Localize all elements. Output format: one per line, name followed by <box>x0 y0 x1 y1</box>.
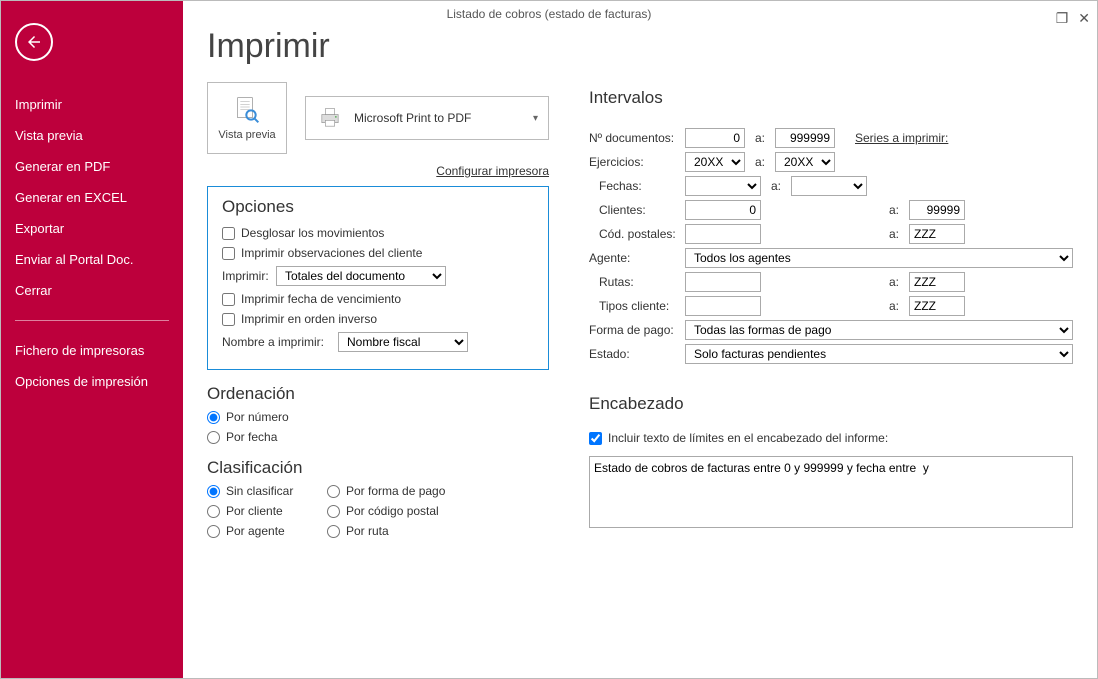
lbl-por-forma-pago: Por forma de pago <box>346 484 445 498</box>
tipos-to[interactable] <box>909 296 965 316</box>
lbl-observaciones: Imprimir observaciones del cliente <box>241 246 422 260</box>
codpost-to[interactable] <box>909 224 965 244</box>
printer-selector[interactable]: Microsoft Print to PDF ▾ <box>305 96 549 140</box>
lbl-por-numero: Por número <box>226 410 289 424</box>
sidebar-item-opciones-impresion[interactable]: Opciones de impresión <box>1 366 183 397</box>
lbl-imprimir-sel: Imprimir: <box>222 269 270 283</box>
ndoc-to[interactable] <box>775 128 835 148</box>
sidebar-item-fichero-impresoras[interactable]: Fichero de impresoras <box>1 335 183 366</box>
lbl-rutas: Rutas: <box>599 275 677 289</box>
fechas-from[interactable] <box>685 176 761 196</box>
radio-por-ruta[interactable] <box>327 525 340 538</box>
lbl-orden-inverso: Imprimir en orden inverso <box>241 312 377 326</box>
lbl-a3: a: <box>769 179 783 193</box>
encabezado-text[interactable]: Estado de cobros de facturas entre 0 y 9… <box>589 456 1073 528</box>
clientes-to[interactable] <box>909 200 965 220</box>
codpost-from[interactable] <box>685 224 761 244</box>
sel-estado[interactable]: Solo facturas pendientes <box>685 344 1073 364</box>
radio-por-cod-postal[interactable] <box>327 505 340 518</box>
lbl-a2: a: <box>753 155 767 169</box>
arrow-left-icon <box>25 33 43 51</box>
sidebar-item-enviar-portal[interactable]: Enviar al Portal Doc. <box>1 244 183 275</box>
lbl-clientes: Clientes: <box>599 203 677 217</box>
ordenacion-title: Ordenación <box>207 384 549 404</box>
printer-icon <box>316 104 344 132</box>
chk-incluir-texto[interactable] <box>589 432 602 445</box>
sel-nombre-imprimir[interactable]: Nombre fiscal <box>338 332 468 352</box>
lbl-por-ruta: Por ruta <box>346 524 389 538</box>
vista-previa-label: Vista previa <box>218 129 275 141</box>
lbl-sin-clasificar: Sin clasificar <box>226 484 293 498</box>
intervalos-title: Intervalos <box>589 88 1073 108</box>
configure-printer-link[interactable]: Configurar impresora <box>436 164 549 178</box>
back-button[interactable] <box>15 23 53 61</box>
sidebar-item-generar-pdf[interactable]: Generar en PDF <box>1 151 183 182</box>
window-close-icon[interactable]: ✕ <box>1078 4 1090 32</box>
sidebar-item-imprimir[interactable]: Imprimir <box>1 89 183 120</box>
vista-previa-button[interactable]: Vista previa <box>207 82 287 154</box>
window-restore-icon[interactable]: ❐ <box>1056 4 1069 32</box>
sidebar: Imprimir Vista previa Generar en PDF Gen… <box>1 1 183 678</box>
lbl-a7: a: <box>887 299 901 313</box>
document-preview-icon <box>231 95 263 127</box>
lbl-a4: a: <box>887 203 901 217</box>
page-title: Imprimir <box>207 27 1073 66</box>
lbl-codpost: Cód. postales: <box>599 227 677 241</box>
lbl-fecha-venc: Imprimir fecha de vencimiento <box>241 292 401 306</box>
encabezado-title: Encabezado <box>589 394 1073 414</box>
chevron-down-icon: ▾ <box>533 113 538 124</box>
clientes-from[interactable] <box>685 200 761 220</box>
radio-por-fecha[interactable] <box>207 431 220 444</box>
sel-imprimir[interactable]: Totales del documento <box>276 266 446 286</box>
lbl-por-agente: Por agente <box>226 524 285 538</box>
sel-agente[interactable]: Todos los agentes <box>685 248 1073 268</box>
lbl-nombre-imprimir: Nombre a imprimir: <box>222 335 332 349</box>
lbl-ndoc: Nº documentos: <box>589 131 677 145</box>
lbl-a1: a: <box>753 131 767 145</box>
printer-name: Microsoft Print to PDF <box>354 111 471 125</box>
ejerc-to[interactable]: 20XX <box>775 152 835 172</box>
opciones-title: Opciones <box>222 197 534 217</box>
lbl-por-cliente: Por cliente <box>226 504 283 518</box>
chk-observaciones[interactable] <box>222 247 235 260</box>
radio-por-agente[interactable] <box>207 525 220 538</box>
rutas-from[interactable] <box>685 272 761 292</box>
lbl-estado: Estado: <box>589 347 677 361</box>
rutas-to[interactable] <box>909 272 965 292</box>
sidebar-separator <box>15 320 169 321</box>
radio-sin-clasificar[interactable] <box>207 485 220 498</box>
lbl-fechas: Fechas: <box>599 179 677 193</box>
radio-por-numero[interactable] <box>207 411 220 424</box>
series-link[interactable]: Series a imprimir: <box>855 131 948 145</box>
chk-desglosar[interactable] <box>222 227 235 240</box>
lbl-tipos-cliente: Tipos cliente: <box>599 299 677 313</box>
lbl-a5: a: <box>887 227 901 241</box>
fechas-to[interactable] <box>791 176 867 196</box>
ndoc-from[interactable] <box>685 128 745 148</box>
lbl-por-cod-postal: Por código postal <box>346 504 439 518</box>
sidebar-item-exportar[interactable]: Exportar <box>1 213 183 244</box>
chk-orden-inverso[interactable] <box>222 313 235 326</box>
tipos-from[interactable] <box>685 296 761 316</box>
lbl-desglosar: Desglosar los movimientos <box>241 226 384 240</box>
radio-por-cliente[interactable] <box>207 505 220 518</box>
lbl-agente: Agente: <box>589 251 677 265</box>
clasificacion-title: Clasificación <box>207 458 549 478</box>
lbl-por-fecha: Por fecha <box>226 430 277 444</box>
sidebar-item-vista-previa[interactable]: Vista previa <box>1 120 183 151</box>
sidebar-item-generar-excel[interactable]: Generar en EXCEL <box>1 182 183 213</box>
lbl-forma-pago: Forma de pago: <box>589 323 677 337</box>
ejerc-from[interactable]: 20XX <box>685 152 745 172</box>
radio-por-forma-pago[interactable] <box>327 485 340 498</box>
chk-fecha-venc[interactable] <box>222 293 235 306</box>
sel-forma-pago[interactable]: Todas las formas de pago <box>685 320 1073 340</box>
opciones-group: Opciones Desglosar los movimientos Impri… <box>207 186 549 370</box>
sidebar-item-cerrar[interactable]: Cerrar <box>1 275 183 306</box>
lbl-incluir-texto: Incluir texto de límites en el encabezad… <box>608 431 888 445</box>
lbl-ejerc: Ejercicios: <box>589 155 677 169</box>
lbl-a6: a: <box>887 275 901 289</box>
